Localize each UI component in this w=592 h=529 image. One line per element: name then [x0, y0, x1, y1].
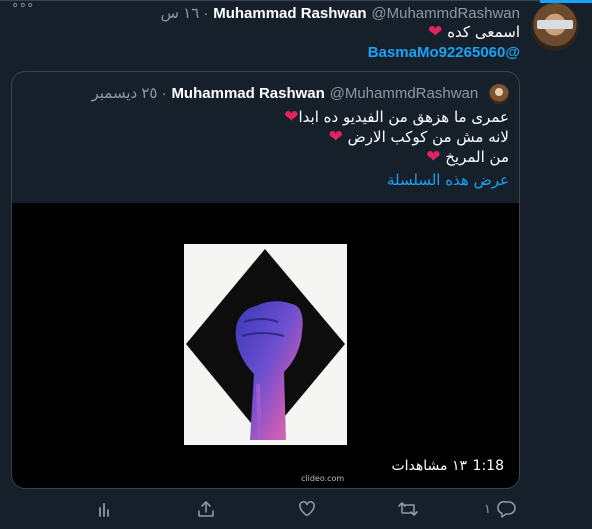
tweet-actions: ١: [0, 497, 592, 521]
quote-text-2: لانه مش من كوكب الارض: [347, 128, 509, 146]
quote-date: · ٢٥ ديسمبر: [91, 85, 167, 102]
avatar[interactable]: [531, 3, 579, 51]
retweet-button[interactable]: [397, 497, 419, 521]
heart-emoji-icon: ❤: [428, 22, 443, 42]
retweet-icon: [397, 499, 419, 519]
share-icon: [196, 499, 216, 519]
view-count: ١٣ مشاهدات: [391, 458, 467, 474]
video-watermark: clideo.com: [301, 474, 345, 483]
quote-avatar: [489, 83, 509, 104]
analytics-icon: [96, 499, 112, 519]
video-player[interactable]: clideo.com ١٣ مشاهدات 1:18: [12, 203, 519, 488]
video-thumbnail-painting: [184, 244, 347, 445]
ellipsis-icon[interactable]: °°°: [12, 2, 35, 17]
quote-header: Muhammad Rashwan @MuhammdRashwan · ٢٥ دي…: [91, 82, 509, 104]
share-button[interactable]: [196, 497, 216, 521]
mention-link[interactable]: @BasmaMo92265060: [368, 44, 520, 61]
tweet-header: Muhammad Rashwan @MuhammdRashwan · ١٦ س: [161, 3, 520, 23]
like-icon: [297, 499, 317, 519]
analytics-button[interactable]: [96, 497, 112, 521]
quote-author-name: Muhammad Rashwan: [171, 85, 325, 102]
quote-text-3: من المريخ: [445, 148, 509, 166]
heart-emoji-icon: ❤: [328, 127, 343, 147]
tweet-time[interactable]: · ١٦ س: [161, 5, 209, 22]
quote-line-1: عمرى ما هزهق من الفيديو ده ابدا❤: [284, 107, 509, 127]
author-name[interactable]: Muhammad Rashwan: [213, 5, 366, 22]
like-button[interactable]: [297, 497, 317, 521]
tweet-text: اسمعى كده: [447, 23, 520, 41]
mention-line: @BasmaMo92265060: [368, 42, 520, 63]
author-handle[interactable]: @MuhammdRashwan: [371, 5, 520, 22]
quoted-tweet[interactable]: Muhammad Rashwan @MuhammdRashwan · ٢٥ دي…: [11, 71, 520, 489]
heart-emoji-icon: ❤: [284, 107, 299, 127]
quote-text-1: عمرى ما هزهق من الفيديو ده ابدا: [298, 108, 509, 126]
quote-line-3: من المريخ ❤: [426, 147, 509, 167]
show-thread-link[interactable]: عرض هذه السلسلة: [387, 170, 509, 190]
reply-icon: [497, 499, 517, 519]
video-duration: 1:18: [472, 458, 504, 474]
reply-button[interactable]: ١: [484, 497, 517, 521]
quote-line-2: لانه مش من كوكب الارض ❤: [329, 127, 509, 147]
reply-count: ١: [484, 501, 491, 517]
accent-bar: [540, 0, 592, 3]
heart-emoji-icon: ❤: [426, 147, 441, 167]
tweet-text-line: اسمعى كده ❤: [428, 22, 520, 42]
quote-handle: @MuhammdRashwan: [329, 85, 479, 102]
